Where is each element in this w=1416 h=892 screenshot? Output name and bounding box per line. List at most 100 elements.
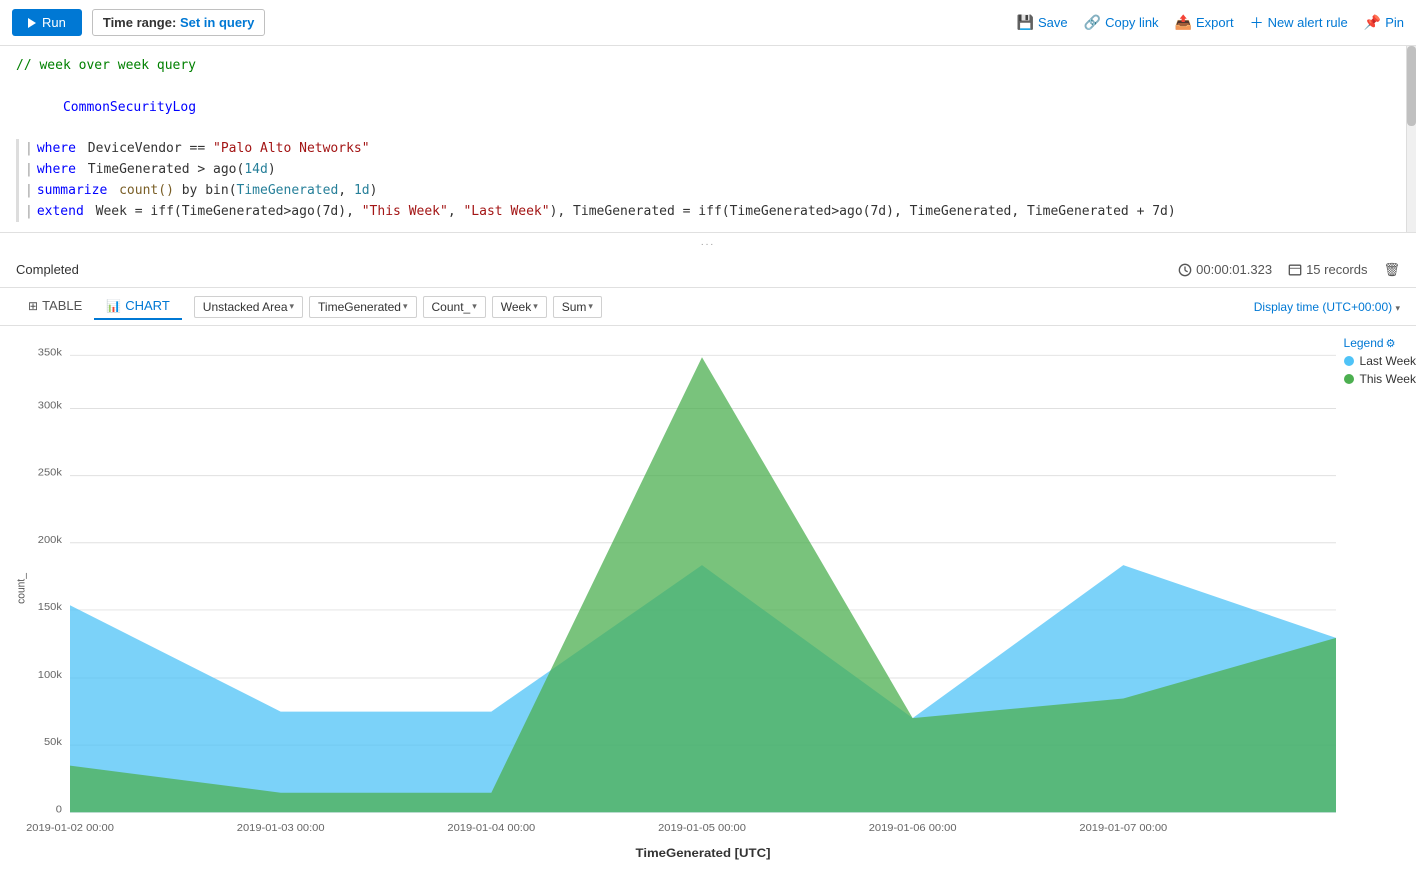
chart-legend: Legend ⚙ Last Week This Week [1344, 336, 1416, 386]
query-line-5: | summarize count() by bin( TimeGenerate… [16, 181, 1400, 202]
legend-title[interactable]: Legend ⚙ [1344, 336, 1416, 350]
chart-tab[interactable]: 📊 CHART [94, 293, 182, 320]
split-dropdown[interactable]: Week ▾ [492, 296, 547, 318]
query-count-func: count() [111, 181, 174, 202]
query-extend-content: Week = iff(TimeGenerated>ago(7d), "This … [88, 202, 1176, 223]
query-time-gen-param: TimeGenerated [237, 181, 339, 202]
svg-text:350k: 350k [38, 347, 63, 358]
time-range-value: Set in query [180, 15, 254, 30]
chevron-down-icon-5: ▾ [588, 301, 593, 312]
clock-icon: 00:00:01.323 [1178, 262, 1272, 277]
records-icon: 15 records [1288, 262, 1367, 277]
query-by: by bin( [174, 181, 237, 202]
scrollbar-thumb[interactable] [1407, 46, 1416, 126]
export-label: Export [1196, 15, 1234, 30]
query-close-paren-2: ) [370, 181, 378, 202]
query-extend: extend [37, 202, 84, 223]
svg-text:250k: 250k [38, 467, 63, 478]
status-right: 00:00:01.323 15 records 🗑 [1178, 262, 1400, 278]
play-icon [28, 18, 36, 28]
time-range-button[interactable]: Time range: Set in query [92, 9, 266, 36]
query-line-2: CommonSecurityLog [16, 77, 1400, 139]
query-device-vendor: DeviceVendor == [80, 139, 213, 160]
chart-svg: 0 50k 100k 150k 200k 250k 300k 350k coun… [70, 346, 1336, 822]
query-1d-param: 1d [354, 181, 370, 202]
pin-action[interactable]: 📌 Pin [1364, 14, 1404, 31]
status-records: 15 records [1306, 262, 1367, 277]
view-tabs: ⊞ TABLE 📊 CHART Unstacked Area ▾ TimeGen… [16, 293, 602, 320]
aggregation-label: Sum [562, 300, 587, 314]
plus-icon: ＋ [1250, 13, 1264, 33]
table-label: TABLE [42, 298, 82, 313]
query-time-generated: TimeGenerated > ago( [80, 160, 244, 181]
chart-type-label: Unstacked Area [203, 300, 288, 314]
drag-handle[interactable]: ... [0, 233, 1416, 252]
query-editor[interactable]: // week over week query CommonSecurityLo… [0, 46, 1416, 233]
chevron-down-icon-3: ▾ [472, 301, 477, 312]
last-week-dot [1344, 356, 1354, 366]
new-alert-action[interactable]: ＋ New alert rule [1250, 13, 1348, 33]
export-action[interactable]: 📤 Export [1175, 14, 1234, 31]
query-param-14d: 14d [244, 160, 267, 181]
pipe-4: | [16, 202, 33, 223]
svg-text:300k: 300k [38, 400, 63, 411]
chart-controls: Unstacked Area ▾ TimeGenerated ▾ Count_ … [194, 296, 602, 318]
main-content: // week over week query CommonSecurityLo… [0, 46, 1416, 892]
display-time-label: Display time (UTC+00:00) [1254, 300, 1392, 314]
chevron-down-icon-6: ▾ [1395, 303, 1400, 313]
svg-text:2019-01-07 00:00: 2019-01-07 00:00 [1079, 823, 1167, 834]
link-icon: 🔗 [1084, 14, 1101, 31]
x-axis-label: TimeGenerated [318, 300, 401, 314]
query-where-2: where [37, 160, 76, 181]
svg-text:TimeGenerated [UTC]: TimeGenerated [UTC] [636, 847, 771, 860]
export-icon: 📤 [1175, 14, 1192, 31]
save-label: Save [1038, 15, 1068, 30]
legend-title-text: Legend [1344, 336, 1384, 350]
pipe-2: | [16, 160, 33, 181]
y-axis-dropdown[interactable]: Count_ ▾ [423, 296, 486, 318]
query-comma: , [338, 181, 354, 202]
delete-icon[interactable]: 🗑 [1383, 262, 1400, 278]
table-tab[interactable]: ⊞ TABLE [16, 293, 94, 320]
chevron-down-icon-2: ▾ [403, 301, 408, 312]
save-icon: 💾 [1017, 14, 1034, 31]
save-action[interactable]: 💾 Save [1017, 14, 1068, 31]
chart-type-dropdown[interactable]: Unstacked Area ▾ [194, 296, 303, 318]
scrollbar-track[interactable] [1406, 46, 1416, 232]
svg-text:100k: 100k [38, 670, 63, 681]
svg-text:2019-01-04 00:00: 2019-01-04 00:00 [447, 823, 535, 834]
svg-text:2019-01-05 00:00: 2019-01-05 00:00 [658, 823, 746, 834]
this-week-dot [1344, 374, 1354, 384]
svg-text:2019-01-03 00:00: 2019-01-03 00:00 [237, 823, 325, 834]
pipe-3: | [16, 181, 33, 202]
copy-link-action[interactable]: 🔗 Copy link [1084, 14, 1159, 31]
query-where-1: where [37, 139, 76, 160]
display-time-dropdown[interactable]: Display time (UTC+00:00) ▾ [1254, 300, 1400, 314]
chevron-down-icon-4: ▾ [533, 301, 538, 312]
chart-label: CHART [125, 298, 170, 313]
query-line-4: | where TimeGenerated > ago( 14d ) [16, 160, 1400, 181]
query-line-6: | extend Week = iff(TimeGenerated>ago(7d… [16, 202, 1400, 223]
run-label: Run [42, 15, 66, 30]
table-icon: ⊞ [28, 299, 38, 313]
chart-icon: 📊 [106, 299, 121, 313]
y-axis-label: Count_ [432, 300, 471, 314]
aggregation-dropdown[interactable]: Sum ▾ [553, 296, 602, 318]
svg-text:2019-01-06 00:00: 2019-01-06 00:00 [869, 823, 957, 834]
last-week-label: Last Week [1360, 354, 1416, 368]
svg-text:200k: 200k [38, 535, 63, 546]
svg-text:50k: 50k [44, 737, 63, 748]
toolbar: Run Time range: Set in query 💾 Save 🔗 Co… [0, 0, 1416, 46]
run-button[interactable]: Run [12, 9, 82, 36]
time-range-prefix: Time range: [103, 15, 176, 30]
x-axis-dropdown[interactable]: TimeGenerated ▾ [309, 296, 416, 318]
this-week-label: This Week [1360, 372, 1416, 386]
legend-last-week: Last Week [1344, 354, 1416, 368]
svg-text:count_: count_ [15, 572, 27, 604]
query-line-1: // week over week query [16, 56, 1400, 77]
pipe-1: | [16, 139, 33, 160]
query-line-3: | where DeviceVendor == "Palo Alto Netwo… [16, 139, 1400, 160]
split-label: Week [501, 300, 531, 314]
toolbar-right: 💾 Save 🔗 Copy link 📤 Export ＋ New alert … [1017, 13, 1404, 33]
query-table-name: CommonSecurityLog [63, 100, 196, 115]
